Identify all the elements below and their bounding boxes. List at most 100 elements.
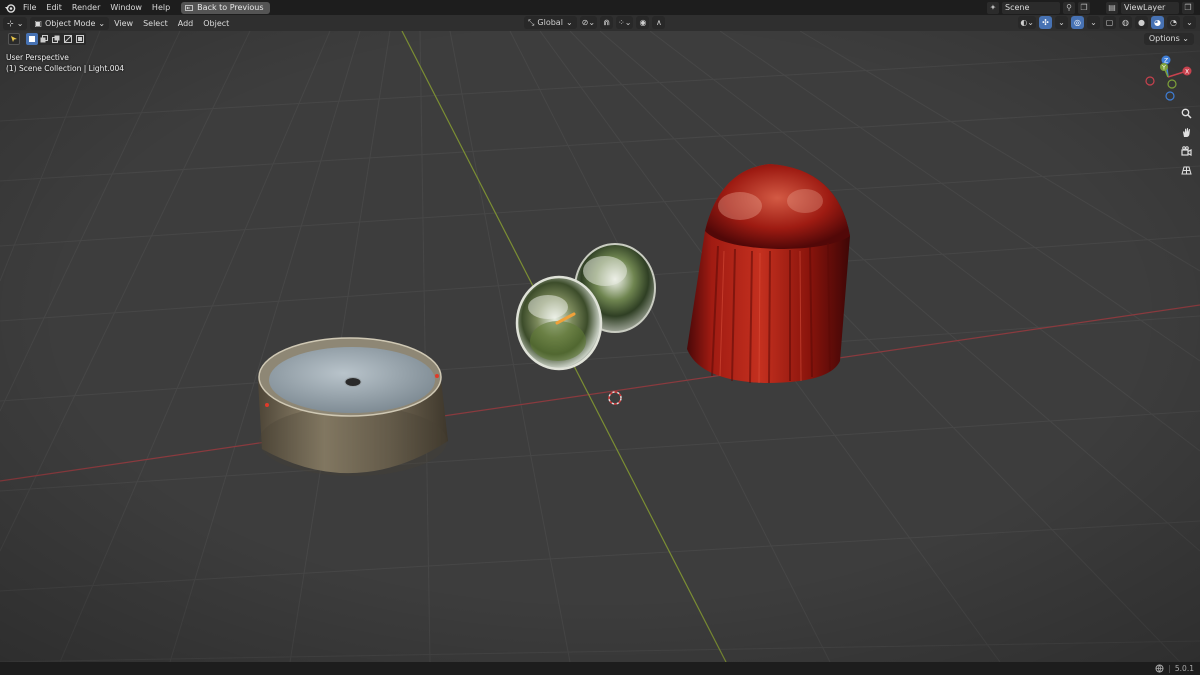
select-subtract-button[interactable] bbox=[50, 33, 62, 45]
shading-dropdown[interactable]: ⌄ bbox=[1183, 16, 1196, 29]
object-mode-icon: ▣ bbox=[34, 18, 42, 28]
gizmo-dropdown[interactable]: ⌄ bbox=[1055, 16, 1068, 29]
select-extend-icon bbox=[40, 35, 48, 43]
falloff-icon: ∧ bbox=[656, 18, 662, 27]
menu-render[interactable]: Render bbox=[67, 0, 105, 15]
orientation-label: Global bbox=[537, 18, 563, 27]
solid-sphere-icon: ● bbox=[1138, 18, 1145, 27]
menu-select[interactable]: Select bbox=[138, 19, 173, 28]
chevron-down-icon: ⌄ bbox=[1058, 18, 1065, 27]
menu-add[interactable]: Add bbox=[173, 19, 199, 28]
scene-name-field[interactable]: Scene bbox=[1002, 1, 1060, 14]
chevron-down-icon: ⌄ bbox=[1186, 18, 1193, 27]
shading-material[interactable]: ◕ bbox=[1151, 16, 1164, 29]
version-label: 5.0.1 bbox=[1174, 664, 1194, 673]
y-axis-label: Y bbox=[1161, 65, 1166, 72]
transform-tools: ⤡ Global ⌄ ⊘⌄ ⋒ ⁘⌄ ◉ ∧ bbox=[524, 16, 666, 29]
back-arrow-icon bbox=[185, 4, 194, 11]
editor-type-button[interactable]: ⊹ ⌄ bbox=[3, 16, 28, 30]
orientation-icon: ⤡ bbox=[528, 17, 535, 27]
version-info: | 5.0.1 bbox=[1155, 662, 1194, 675]
gizmo-icon: ✣ bbox=[1042, 18, 1049, 27]
select-new-icon bbox=[29, 36, 35, 42]
collection-label: (1) Scene Collection | Light.004 bbox=[6, 64, 125, 73]
neg-x-axis-handle[interactable] bbox=[1145, 76, 1155, 86]
object-mode-label: Object Mode bbox=[44, 18, 96, 28]
back-to-previous-label: Back to Previous bbox=[197, 3, 264, 12]
menu-object[interactable]: Object bbox=[198, 19, 234, 28]
object-mode-dropdown[interactable]: ▣ Object Mode ⌄ bbox=[30, 16, 110, 30]
snap-grid-icon: ⁘⌄ bbox=[618, 18, 632, 27]
options-label: Options bbox=[1148, 34, 1180, 43]
pivot-icon: ⊘⌄ bbox=[581, 18, 596, 27]
xray-toggle[interactable]: ▢ bbox=[1103, 16, 1116, 29]
falloff-button[interactable]: ∧ bbox=[652, 16, 666, 29]
chevron-down-icon: ⌄ bbox=[1090, 18, 1097, 27]
visibility-button[interactable]: ◐⌄ bbox=[1018, 16, 1036, 29]
back-to-previous-button[interactable]: Back to Previous bbox=[181, 1, 270, 14]
top-bar: File Edit Render Window Help Back to Pre… bbox=[0, 0, 1200, 15]
overlays-toggle[interactable]: ◎ bbox=[1071, 16, 1084, 29]
viewport-toolbar bbox=[8, 33, 86, 45]
neg-y-axis-handle[interactable] bbox=[1167, 79, 1177, 89]
chevron-down-icon: ⌄ bbox=[1182, 34, 1189, 43]
menu-edit[interactable]: Edit bbox=[41, 0, 67, 15]
shading-wireframe[interactable]: ◍ bbox=[1119, 16, 1132, 29]
menu-help[interactable]: Help bbox=[147, 0, 175, 15]
pan-hand-icon[interactable] bbox=[1178, 124, 1194, 140]
editor-type-icon: ⊹ bbox=[7, 18, 14, 28]
select-new-button[interactable] bbox=[26, 33, 38, 45]
viewport-display-tools: ◐⌄ ✣ ⌄ ◎ ⌄ ▢ ◍ ● ◕ ◔ ⌄ bbox=[1018, 16, 1196, 29]
menu-view[interactable]: View bbox=[109, 19, 138, 28]
select-invert-icon bbox=[64, 35, 72, 43]
select-extend-button[interactable] bbox=[38, 33, 50, 45]
viewport-header: ⊹ ⌄ ▣ Object Mode ⌄ View Select Add Objec… bbox=[0, 15, 1200, 31]
select-tool-button[interactable] bbox=[8, 33, 20, 45]
new-scene-icon[interactable]: ❐ bbox=[1078, 1, 1090, 14]
neg-z-axis-handle[interactable] bbox=[1165, 91, 1175, 101]
select-subtract-icon bbox=[52, 35, 60, 43]
perspective-label: User Perspective bbox=[6, 53, 69, 62]
network-globe-icon bbox=[1155, 664, 1164, 673]
x-axis-label: X bbox=[1185, 69, 1189, 76]
selection-mode-group bbox=[26, 33, 86, 45]
material-sphere-icon: ◕ bbox=[1154, 18, 1161, 27]
zoom-icon[interactable] bbox=[1178, 105, 1194, 121]
shading-solid[interactable]: ● bbox=[1135, 16, 1148, 29]
3d-viewport[interactable]: Options ⌄ User Perspective (1) Scene Col… bbox=[0, 31, 1200, 662]
snap-target-button[interactable]: ⁘⌄ bbox=[616, 16, 634, 29]
snap-toggle[interactable]: ⋒ bbox=[600, 16, 614, 29]
select-intersect-button[interactable] bbox=[74, 33, 86, 45]
wireframe-sphere-icon: ◍ bbox=[1122, 18, 1129, 27]
select-invert-button[interactable] bbox=[62, 33, 74, 45]
chevron-down-icon: ⌄ bbox=[16, 18, 24, 28]
scene-icon[interactable]: ✦ bbox=[987, 1, 999, 14]
blender-logo-icon[interactable] bbox=[2, 0, 18, 15]
viewport-scene bbox=[0, 31, 1200, 662]
scene-selector-group: ✦ Scene ⚲ ❐ ▤ ViewLayer ❐ bbox=[987, 0, 1200, 15]
rendered-sphere-icon: ◔ bbox=[1170, 18, 1177, 27]
xray-icon: ▢ bbox=[1105, 18, 1114, 27]
new-view-layer-icon[interactable]: ❐ bbox=[1182, 1, 1194, 14]
orientation-dropdown[interactable]: ⤡ Global ⌄ bbox=[524, 16, 577, 29]
cursor-arrow-icon bbox=[11, 36, 17, 42]
gizmo-toggle[interactable]: ✣ bbox=[1039, 16, 1052, 29]
view-layer-icon[interactable]: ▤ bbox=[1106, 1, 1118, 14]
menu-file[interactable]: File bbox=[18, 0, 41, 15]
pin-icon[interactable]: ⚲ bbox=[1063, 1, 1075, 14]
proportional-icon: ◉ bbox=[639, 18, 647, 27]
ortho-grid-icon[interactable] bbox=[1178, 162, 1194, 178]
camera-view-icon[interactable] bbox=[1178, 143, 1194, 159]
menu-window[interactable]: Window bbox=[105, 0, 147, 15]
chevron-down-icon: ⌄ bbox=[98, 18, 106, 28]
shading-rendered[interactable]: ◔ bbox=[1167, 16, 1180, 29]
view-layer-field[interactable]: ViewLayer bbox=[1121, 1, 1179, 14]
magnet-icon: ⋒ bbox=[603, 18, 610, 27]
overlays-icon: ◎ bbox=[1074, 18, 1081, 27]
overlays-dropdown[interactable]: ⌄ bbox=[1087, 16, 1100, 29]
options-dropdown[interactable]: Options ⌄ bbox=[1143, 33, 1194, 45]
pivot-point-button[interactable]: ⊘⌄ bbox=[579, 16, 598, 29]
chevron-down-icon: ⌄ bbox=[565, 18, 573, 27]
navigation-gizmo[interactable]: X Z Y bbox=[1140, 53, 1196, 103]
proportional-edit-toggle[interactable]: ◉ bbox=[636, 16, 650, 29]
